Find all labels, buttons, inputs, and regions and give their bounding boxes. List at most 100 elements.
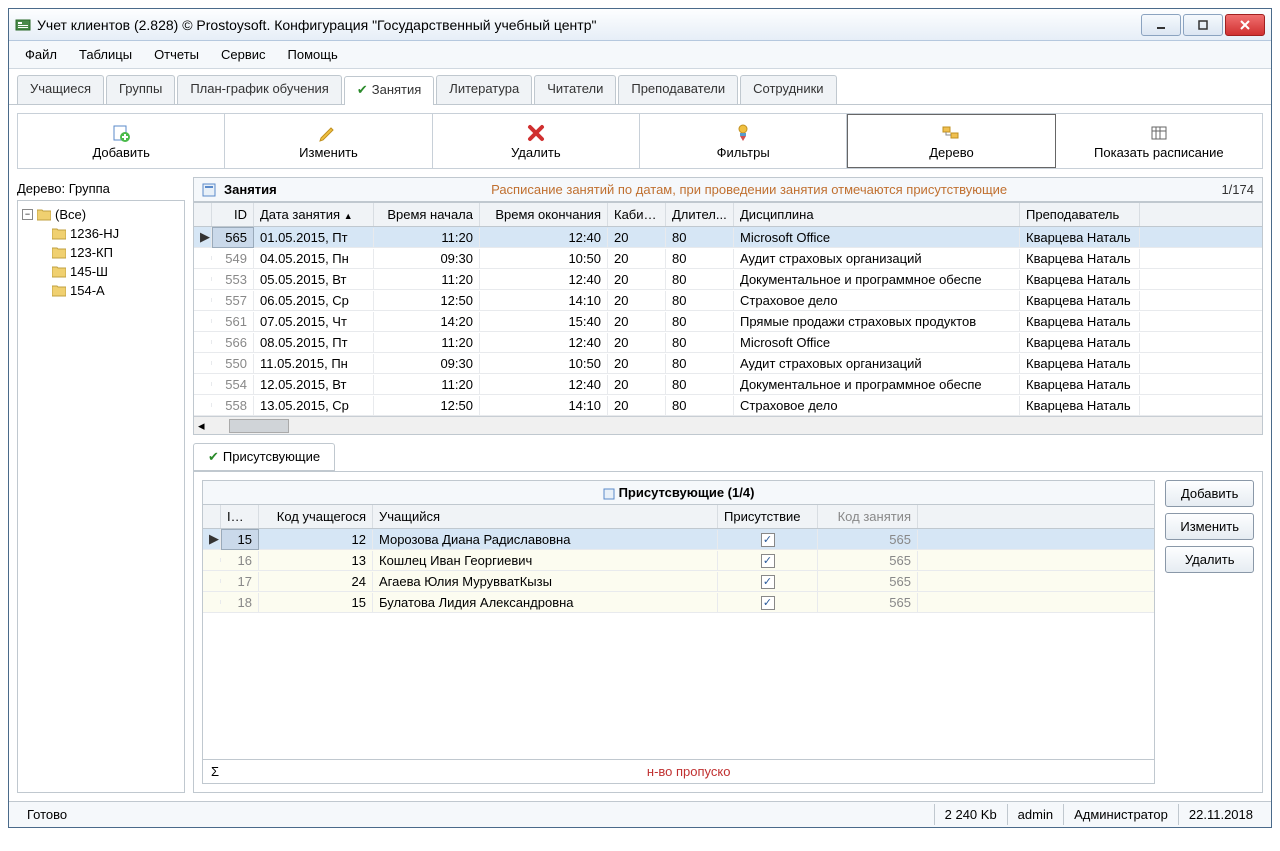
header-teacher[interactable]: Преподаватель xyxy=(1020,203,1140,226)
checkbox-icon[interactable]: ✓ xyxy=(761,575,775,589)
table-row[interactable]: 56608.05.2015, Пт11:2012:402080Microsoft… xyxy=(194,332,1262,353)
maximize-icon xyxy=(1198,20,1208,30)
toolbar-schedule[interactable]: Показать расписание xyxy=(1056,114,1262,168)
window-title: Учет клиентов (2.828) © Prostoysoft. Кон… xyxy=(37,17,596,33)
row-indicator xyxy=(203,600,221,604)
cell-room: 20 xyxy=(608,228,666,247)
scrollbar-thumb[interactable] xyxy=(229,419,289,433)
toolbar: Добавить Изменить Удалить Фильтры Дерево… xyxy=(17,113,1263,169)
cell-date: 05.05.2015, Вт xyxy=(254,270,374,289)
table-row[interactable]: ▶56501.05.2015, Пт11:2012:402080Microsof… xyxy=(194,227,1262,248)
checkbox-icon[interactable]: ✓ xyxy=(761,533,775,547)
maximize-button[interactable] xyxy=(1183,14,1223,36)
panel-subtitle: Расписание занятий по датам, при проведе… xyxy=(285,182,1214,197)
table-row[interactable]: 56107.05.2015, Чт14:2015:402080Прямые пр… xyxy=(194,311,1262,332)
tree-item[interactable]: 154-А xyxy=(52,281,180,300)
toolbar-add[interactable]: Добавить xyxy=(18,114,225,168)
menu-file[interactable]: Файл xyxy=(15,43,67,66)
menu-service[interactable]: Сервис xyxy=(211,43,276,66)
sub-add-button[interactable]: Добавить xyxy=(1165,480,1254,507)
toolbar-edit[interactable]: Изменить xyxy=(225,114,432,168)
menu-help[interactable]: Помощь xyxy=(278,43,348,66)
cell-lesson-id: 565 xyxy=(818,551,918,570)
cell-lesson-id: 565 xyxy=(818,572,918,591)
cell-dur: 80 xyxy=(666,249,734,268)
menu-reports[interactable]: Отчеты xyxy=(144,43,209,66)
header-date[interactable]: Дата занятия ▲ xyxy=(254,203,374,226)
cell-start: 09:30 xyxy=(374,249,480,268)
table-row[interactable]: 54904.05.2015, Пн09:3010:502080Аудит стр… xyxy=(194,248,1262,269)
table-row[interactable]: 55011.05.2015, Пн09:3010:502080Аудит стр… xyxy=(194,353,1262,374)
cell-id: 550 xyxy=(212,354,254,373)
cell-id: 557 xyxy=(212,291,254,310)
tree-item[interactable]: 145-Ш xyxy=(52,262,180,281)
header-room[interactable]: Кабинет xyxy=(608,203,666,226)
toolbar-filters[interactable]: Фильтры xyxy=(640,114,847,168)
expander-icon[interactable]: − xyxy=(22,209,33,220)
header-disc[interactable]: Дисциплина xyxy=(734,203,1020,226)
checkbox-icon[interactable]: ✓ xyxy=(761,596,775,610)
tree-item[interactable]: 1236-HJ xyxy=(52,224,180,243)
subtab-attendees[interactable]: ✔Присутсвующие xyxy=(193,443,335,471)
table-row[interactable]: 1613Кошлец Иван Георгиевич✓565 xyxy=(203,550,1154,571)
header-dur[interactable]: Длител... xyxy=(666,203,734,226)
sub-header-id[interactable]: ID ▲ xyxy=(221,505,259,528)
cell-start: 09:30 xyxy=(374,354,480,373)
table-row[interactable]: 1724Агаева Юлия МурувватКызы✓565 xyxy=(203,571,1154,592)
attendees-grid: ID ▲ Код учащегося Учащийся Присутствие … xyxy=(202,505,1155,784)
menu-tables[interactable]: Таблицы xyxy=(69,43,142,66)
tab-lessons[interactable]: ✔Занятия xyxy=(344,76,434,105)
cell-end: 12:40 xyxy=(480,270,608,289)
cell-date: 06.05.2015, Ср xyxy=(254,291,374,310)
header-start[interactable]: Время начала xyxy=(374,203,480,226)
tab-staff[interactable]: Сотрудники xyxy=(740,75,836,104)
table-row[interactable]: 55813.05.2015, Ср12:5014:102080Страховое… xyxy=(194,395,1262,416)
sub-header-ind[interactable] xyxy=(203,505,221,528)
minimize-button[interactable] xyxy=(1141,14,1181,36)
table-row[interactable]: 55706.05.2015, Ср12:5014:102080Страховое… xyxy=(194,290,1262,311)
delete-icon xyxy=(526,123,546,143)
row-indicator xyxy=(194,298,212,302)
cell-room: 20 xyxy=(608,291,666,310)
table-row[interactable]: 1815Булатова Лидия Александровна✓565 xyxy=(203,592,1154,613)
tab-readers[interactable]: Читатели xyxy=(534,75,616,104)
cell-room: 20 xyxy=(608,396,666,415)
header-indicator[interactable] xyxy=(194,203,212,226)
row-indicator xyxy=(194,340,212,344)
panel-counter: 1/174 xyxy=(1221,182,1254,197)
scroll-left-icon[interactable]: ◂ xyxy=(194,418,209,434)
header-end[interactable]: Время окончания xyxy=(480,203,608,226)
cell-end: 14:10 xyxy=(480,396,608,415)
cell-dur: 80 xyxy=(666,270,734,289)
close-button[interactable] xyxy=(1225,14,1265,36)
sub-header-name[interactable]: Учащийся xyxy=(373,505,718,528)
table-row[interactable]: 55305.05.2015, Вт11:2012:402080Документа… xyxy=(194,269,1262,290)
tab-literature[interactable]: Литература xyxy=(436,75,532,104)
horizontal-scrollbar[interactable]: ◂ xyxy=(194,416,1262,434)
toolbar-delete[interactable]: Удалить xyxy=(433,114,640,168)
cell-lesson-id: 565 xyxy=(818,593,918,612)
panel-title: Занятия xyxy=(224,182,277,197)
table-row[interactable]: 55412.05.2015, Вт11:2012:402080Документа… xyxy=(194,374,1262,395)
table-row[interactable]: ▶1512Морозова Диана Радиславовна✓565 xyxy=(203,529,1154,550)
cell-id: 566 xyxy=(212,333,254,352)
tab-students[interactable]: Учащиеся xyxy=(17,75,104,104)
tab-groups[interactable]: Группы xyxy=(106,75,175,104)
tab-plan[interactable]: План-график обучения xyxy=(177,75,342,104)
sub-header-code[interactable]: Код учащегося xyxy=(259,505,373,528)
sub-header-pres[interactable]: Присутствие xyxy=(718,505,818,528)
subtab-strip: ✔Присутсвующие xyxy=(193,435,1263,471)
tree-root[interactable]: − (Все) xyxy=(22,205,180,224)
sub-delete-button[interactable]: Удалить xyxy=(1165,546,1254,573)
sub-edit-button[interactable]: Изменить xyxy=(1165,513,1254,540)
sub-header-lesson[interactable]: Код занятия xyxy=(818,505,918,528)
tab-teachers[interactable]: Преподаватели xyxy=(618,75,738,104)
cell-start: 11:20 xyxy=(374,228,480,247)
minimize-icon xyxy=(1156,20,1166,30)
toolbar-tree[interactable]: Дерево xyxy=(847,114,1055,168)
cell-date: 04.05.2015, Пн xyxy=(254,249,374,268)
checkbox-icon[interactable]: ✓ xyxy=(761,554,775,568)
tree-item[interactable]: 123-КП xyxy=(52,243,180,262)
cell-id: 561 xyxy=(212,312,254,331)
header-id[interactable]: ID xyxy=(212,203,254,226)
